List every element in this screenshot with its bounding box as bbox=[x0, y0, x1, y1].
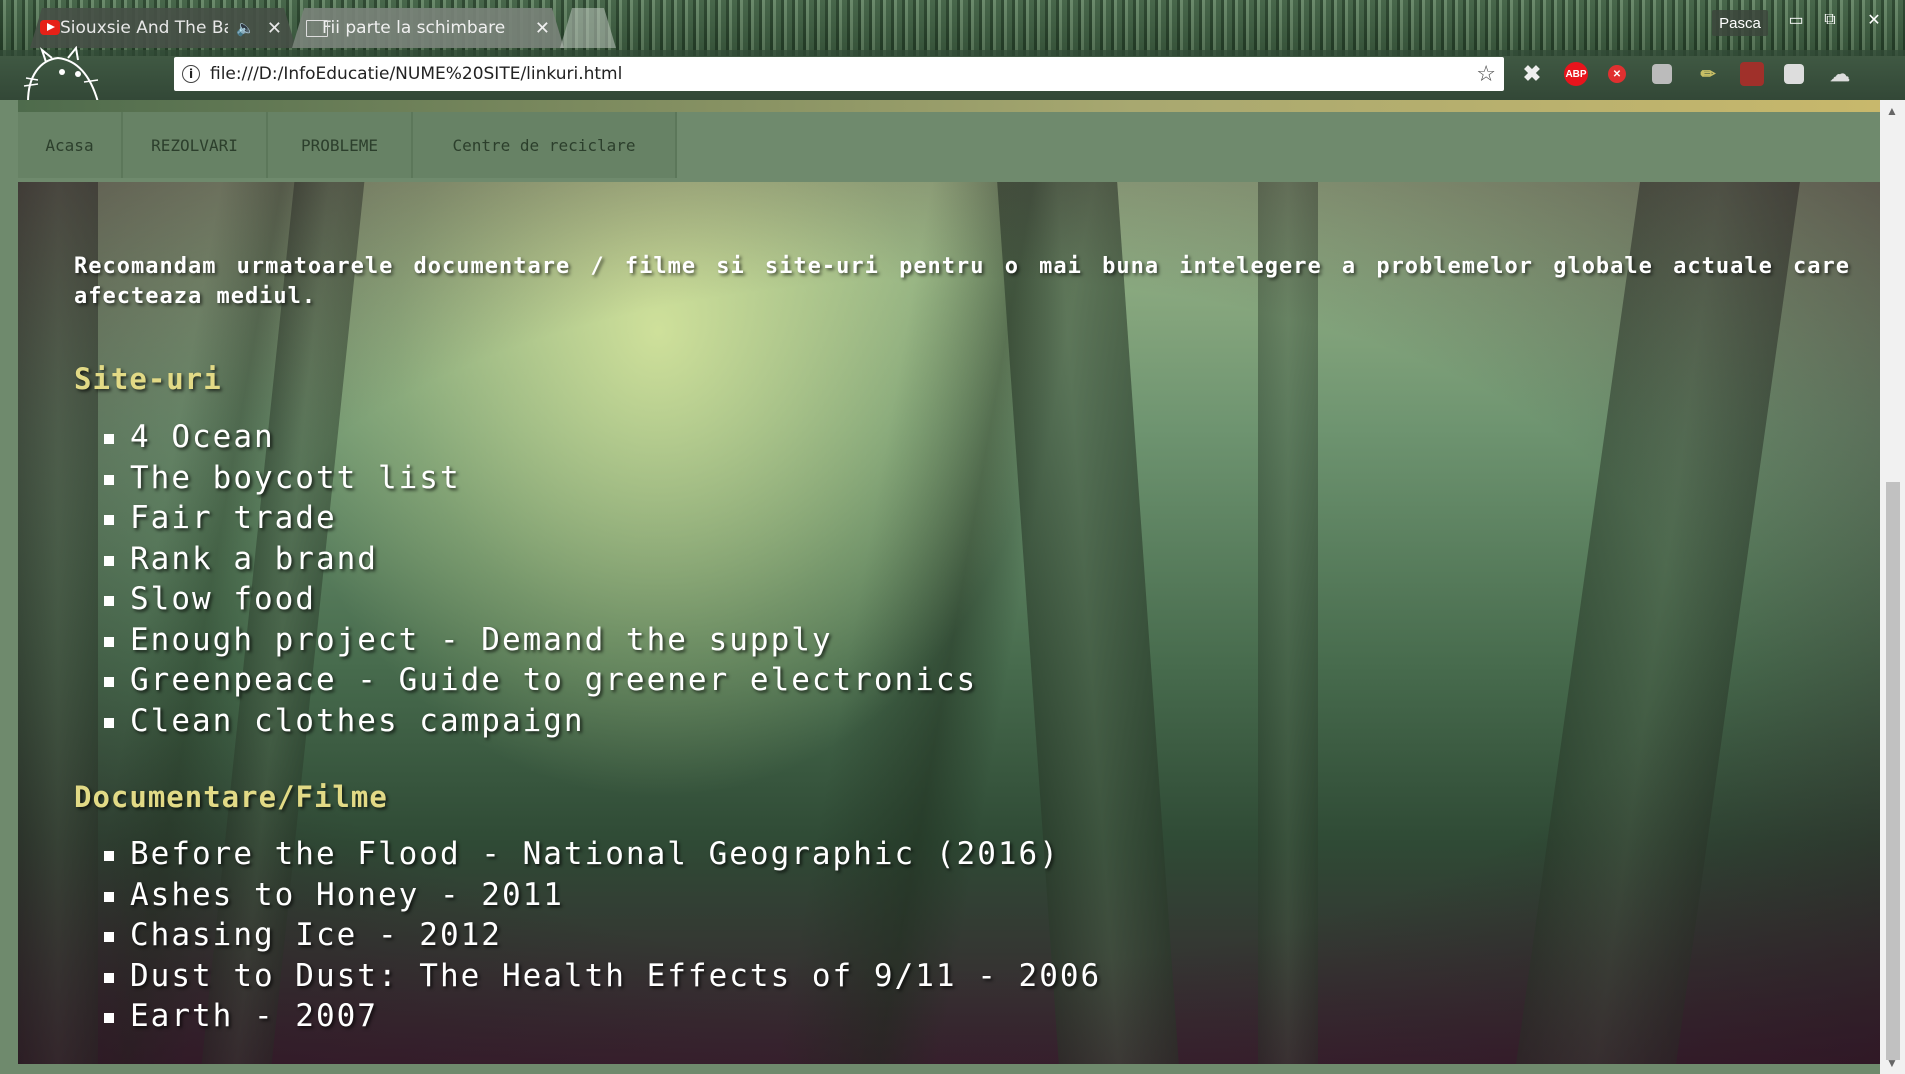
link-text[interactable]: Dust to Dust: The Health Effects of 9/11… bbox=[130, 958, 1101, 994]
square-bullet-icon bbox=[104, 717, 114, 728]
forest-background: Recomandam urmatoarele documentare / fil… bbox=[18, 182, 1880, 1064]
film-link-item[interactable]: Dust to Dust: The Health Effects of 9/11… bbox=[104, 956, 1101, 997]
adblock-plus-icon[interactable]: ABP bbox=[1564, 62, 1588, 86]
link-text[interactable]: The boycott list bbox=[130, 460, 461, 496]
sites-heading: Site-uri bbox=[74, 362, 222, 396]
site-link-item[interactable]: The boycott list bbox=[104, 458, 977, 499]
square-bullet-icon bbox=[104, 972, 114, 983]
films-heading: Documentare/Filme bbox=[74, 780, 388, 814]
puzzle-extension-icon[interactable]: ☁ bbox=[1828, 62, 1852, 86]
totoro-theme-icon bbox=[23, 46, 99, 102]
site-link-item[interactable]: Greenpeace - Guide to greener electronic… bbox=[104, 660, 977, 701]
tools-icon[interactable]: ✖ bbox=[1520, 61, 1544, 86]
link-text[interactable]: 4 Ocean bbox=[130, 419, 275, 455]
restore-icon[interactable]: ⧉ bbox=[1814, 8, 1846, 32]
close-window-icon[interactable]: ✕ bbox=[1858, 8, 1890, 32]
site-link-item[interactable]: Rank a brand bbox=[104, 539, 977, 580]
scrollbar-thumb[interactable] bbox=[1886, 482, 1900, 1060]
site-link-item[interactable]: Slow food bbox=[104, 579, 977, 620]
tab-title: Fii parte la schimbare bbox=[322, 18, 506, 38]
lock-extension-icon[interactable] bbox=[1652, 64, 1672, 84]
speaker-icon[interactable]: 🔈 bbox=[236, 19, 255, 37]
info-icon[interactable]: i bbox=[182, 65, 200, 83]
square-bullet-icon bbox=[104, 636, 114, 647]
sites-list: 4 Ocean The boycott list Fair trade Rank a … bbox=[104, 417, 977, 741]
youtube-icon bbox=[40, 20, 60, 35]
tab-title: Siouxsie And The Ba bbox=[60, 18, 229, 38]
square-bullet-icon bbox=[104, 851, 114, 861]
square-bullet-icon bbox=[104, 1013, 114, 1023]
scroll-down-arrow-icon[interactable]: ▼ bbox=[1886, 1056, 1898, 1070]
square-bullet-icon bbox=[104, 474, 114, 485]
bookmark-star-icon[interactable]: ☆ bbox=[1476, 62, 1496, 87]
web-page: Acasa REZOLVARI PROBLEME Centre de recic… bbox=[18, 100, 1880, 1064]
pencil-extension-icon[interactable]: ✏ bbox=[1696, 62, 1720, 86]
tab-youtube[interactable]: Siouxsie And The Ba 🔈 ✕ bbox=[30, 8, 296, 48]
square-bullet-icon bbox=[104, 555, 114, 566]
films-list: Before the Flood - National Geographic (… bbox=[104, 834, 1101, 1037]
link-text[interactable]: Before the Flood - National Geographic (… bbox=[130, 836, 1060, 872]
square-bullet-icon bbox=[104, 932, 114, 942]
link-text[interactable]: Greenpeace - Guide to greener electronic… bbox=[130, 662, 977, 698]
intro-paragraph: Recomandam urmatoarele documentare / fil… bbox=[74, 254, 1850, 309]
square-bullet-icon bbox=[104, 434, 114, 444]
link-text[interactable]: Enough project - Demand the supply bbox=[130, 622, 833, 658]
banner-strip bbox=[18, 100, 1880, 112]
site-navbar: Acasa REZOLVARI PROBLEME Centre de recic… bbox=[18, 100, 1880, 182]
link-text[interactable]: Slow food bbox=[130, 581, 316, 617]
url-text[interactable]: file:///D:/InfoEducatie/NUME%20SITE/link… bbox=[210, 64, 1476, 84]
nav-item-rezolvari[interactable]: REZOLVARI bbox=[123, 112, 268, 178]
address-bar[interactable]: i file:///D:/InfoEducatie/NUME%20SITE/li… bbox=[174, 57, 1504, 91]
film-link-item[interactable]: Ashes to Honey - 2011 bbox=[104, 875, 1101, 916]
film-link-item[interactable]: Before the Flood - National Geographic (… bbox=[104, 834, 1101, 875]
close-tab-icon[interactable]: ✕ bbox=[535, 18, 550, 39]
site-link-item[interactable]: Enough project - Demand the supply bbox=[104, 620, 977, 661]
link-text[interactable]: Rank a brand bbox=[130, 541, 378, 577]
minimize-icon[interactable]: ▭ bbox=[1780, 8, 1812, 32]
document-icon bbox=[306, 20, 328, 37]
link-text[interactable]: Earth - 2007 bbox=[130, 998, 378, 1034]
nav-item-probleme[interactable]: PROBLEME bbox=[268, 112, 413, 178]
square-bullet-icon bbox=[104, 515, 114, 525]
nav-item-centre-de-reciclare[interactable]: Centre de reciclare bbox=[413, 112, 677, 178]
nav-item-acasa[interactable]: Acasa bbox=[18, 112, 123, 178]
avatar-extension-icon[interactable] bbox=[1740, 62, 1764, 86]
square-bullet-icon bbox=[104, 596, 114, 606]
red-extension-icon[interactable]: ✕ bbox=[1608, 65, 1626, 83]
square-bullet-icon bbox=[104, 891, 114, 902]
white-extension-icon[interactable] bbox=[1784, 64, 1804, 84]
square-bullet-icon bbox=[104, 677, 114, 687]
film-link-item[interactable]: Chasing Ice - 2012 bbox=[104, 915, 1101, 956]
window-bottom-border bbox=[0, 1064, 1880, 1074]
site-link-item[interactable]: Fair trade bbox=[104, 498, 977, 539]
link-text[interactable]: Fair trade bbox=[130, 500, 337, 536]
profile-button[interactable]: Pasca bbox=[1712, 10, 1768, 36]
site-link-item[interactable]: Clean clothes campaign bbox=[104, 701, 977, 742]
scroll-up-arrow-icon[interactable]: ▲ bbox=[1886, 104, 1898, 118]
link-text[interactable]: Ashes to Honey - 2011 bbox=[130, 877, 564, 913]
link-text[interactable]: Chasing Ice - 2012 bbox=[130, 917, 502, 953]
film-link-item[interactable]: Earth - 2007 bbox=[104, 996, 1101, 1037]
tab-active-page[interactable]: Fii parte la schimbare ✕ bbox=[292, 8, 564, 48]
link-text[interactable]: Clean clothes campaign bbox=[130, 703, 585, 739]
close-tab-icon[interactable]: ✕ bbox=[267, 18, 282, 39]
site-link-item[interactable]: 4 Ocean bbox=[104, 417, 977, 458]
